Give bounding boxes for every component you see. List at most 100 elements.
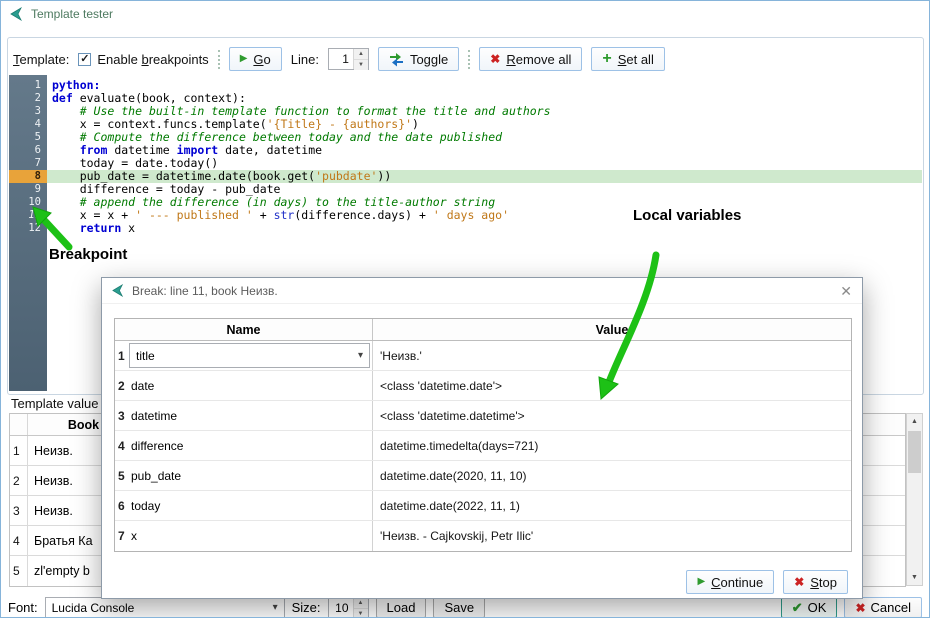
gutter-line-8[interactable]: 8 <box>9 170 47 183</box>
column-header-value[interactable]: Value <box>373 319 851 340</box>
ok-button[interactable]: ✔ OK <box>781 597 838 618</box>
gutter-line-9[interactable]: 9 <box>9 183 47 196</box>
line-label: Line: <box>291 52 319 67</box>
gutter-line-12[interactable]: 12 <box>9 222 47 235</box>
line-spinner[interactable]: 1 ▲ ▼ <box>328 48 369 70</box>
stop-button[interactable]: ✖ Stop <box>783 570 848 594</box>
gutter-line-10[interactable]: 10 <box>9 196 47 209</box>
gutter-line-2[interactable]: 2 <box>9 92 47 105</box>
gutter-line-3[interactable]: 3 <box>9 105 47 118</box>
book-row-number: 4 <box>10 526 28 555</box>
variable-name: today <box>129 491 373 520</box>
spin-down-icon[interactable]: ▼ <box>354 609 368 618</box>
variable-row-title[interactable]: 1title▾'Неизв.' <box>115 341 851 371</box>
toolbar: Template: ✓ Enable breakpoints ▶ Go Line… <box>13 45 917 73</box>
remove-all-icon: ✖ <box>490 53 500 65</box>
continue-button-label: Continue <box>711 575 763 590</box>
play-icon: ▶ <box>240 54 248 64</box>
variable-row-difference[interactable]: 4differencedatetime.timedelta(days=721) <box>115 431 851 461</box>
scrollbar-thumb[interactable] <box>908 431 921 473</box>
font-combobox[interactable]: Lucida Console ▾ <box>45 597 285 618</box>
remove-all-label: Remove all <box>506 52 571 67</box>
window-title: Template tester <box>31 7 113 21</box>
cancel-icon: ✖ <box>855 602 865 614</box>
close-icon[interactable]: ✕ <box>840 284 852 298</box>
scroll-down-icon[interactable]: ▼ <box>907 570 922 585</box>
go-button-label: Go <box>253 52 270 67</box>
book-row-number: 5 <box>10 556 28 586</box>
go-button[interactable]: ▶ Go <box>229 47 282 71</box>
enable-breakpoints-checkbox[interactable]: ✓ Enable breakpoints <box>78 52 208 67</box>
toolbar-separator <box>218 50 220 69</box>
variable-row-today[interactable]: 6todaydatetime.date(2022, 11, 1) <box>115 491 851 521</box>
variable-row-datetime[interactable]: 3datetime<class 'datetime.datetime'> <box>115 401 851 431</box>
dialog-buttons: ▶ Continue ✖ Stop <box>686 570 848 594</box>
break-dialog: Break: line 11, book Неизв. ✕ Name Value… <box>101 277 863 599</box>
template-value-label: Template value <box>11 396 98 411</box>
gutter-line-6[interactable]: 6 <box>9 144 47 157</box>
checkbox-checked-icon[interactable]: ✓ <box>78 53 91 66</box>
save-button[interactable]: Save <box>433 597 485 618</box>
variable-name: title▾ <box>129 341 373 370</box>
gutter-line-1[interactable]: 1 <box>9 79 47 92</box>
variable-row-number: 6 <box>115 491 129 520</box>
set-all-label: Set all <box>618 52 654 67</box>
template-tester-window: Template tester Template: ✓ Enable break… <box>0 0 930 618</box>
variable-name: x <box>129 521 373 551</box>
line-spinner-arrows: ▲ ▼ <box>353 49 368 69</box>
gutter-line-5[interactable]: 5 <box>9 131 47 144</box>
variable-value: <class 'datetime.date'> <box>373 371 851 400</box>
size-spinner-value[interactable]: 10 <box>329 598 353 617</box>
gutter-line-4[interactable]: 4 <box>9 118 47 131</box>
variable-value: datetime.timedelta(days=721) <box>373 431 851 460</box>
enable-breakpoints-label: Enable breakpoints <box>97 52 208 67</box>
variable-row-date[interactable]: 2date<class 'datetime.date'> <box>115 371 851 401</box>
dialog-title: Break: line 11, book Неизв. <box>132 284 278 298</box>
set-all-breakpoints-button[interactable]: + Set all <box>591 47 664 71</box>
variable-row-pub_date[interactable]: 5pub_datedatetime.date(2020, 11, 10) <box>115 461 851 491</box>
row-number-header <box>10 414 28 435</box>
variable-name: date <box>129 371 373 400</box>
size-spinner[interactable]: 10 ▲ ▼ <box>328 597 369 618</box>
gutter-line-11[interactable]: 11 <box>9 209 47 222</box>
spin-down-icon[interactable]: ▼ <box>354 60 368 70</box>
book-row-number: 3 <box>10 496 28 525</box>
variable-row-x[interactable]: 7x'Неизв. - Cajkovskij, Petr Ilic' <box>115 521 851 551</box>
toggle-button-label: Toggle <box>410 52 448 67</box>
variable-name: pub_date <box>129 461 373 490</box>
spin-up-icon[interactable]: ▲ <box>354 598 368 609</box>
code-line-12[interactable]: return x <box>47 222 922 235</box>
variable-name-combobox[interactable]: title▾ <box>129 343 370 368</box>
variable-value: 'Неизв. - Cajkovskij, Petr Ilic' <box>373 521 851 551</box>
variable-row-number: 4 <box>115 431 129 460</box>
cancel-button-label: Cancel <box>871 600 911 615</box>
remove-all-breakpoints-button[interactable]: ✖ Remove all <box>479 47 582 71</box>
book-row-number: 1 <box>10 436 28 465</box>
template-label: Template: <box>13 52 69 67</box>
scrollbar-track[interactable] <box>907 429 922 570</box>
spin-up-icon[interactable]: ▲ <box>354 49 368 60</box>
continue-button[interactable]: ▶ Continue <box>686 570 774 594</box>
bottom-bar: Font: Lucida Console ▾ Size: 10 ▲ ▼ Load… <box>1 596 929 618</box>
variable-value: datetime.date(2020, 11, 10) <box>373 461 851 490</box>
variable-value: 'Неизв.' <box>373 341 851 370</box>
column-header-name[interactable]: Name <box>115 319 373 340</box>
code-line-11[interactable]: x = x + ' --- published ' + str(differen… <box>47 209 922 222</box>
scroll-up-icon[interactable]: ▲ <box>907 414 922 429</box>
load-button[interactable]: Load <box>376 597 427 618</box>
save-button-label: Save <box>444 600 474 615</box>
line-spinner-value[interactable]: 1 <box>329 49 353 69</box>
variable-name: datetime <box>129 401 373 430</box>
set-all-icon: + <box>602 51 611 67</box>
chevron-down-icon: ▾ <box>358 350 363 361</box>
variable-row-number: 2 <box>115 371 129 400</box>
variables-table: Name Value 1title▾'Неизв.'2date<class 'd… <box>114 318 852 552</box>
book-row-number: 2 <box>10 466 28 495</box>
cancel-button[interactable]: ✖ Cancel <box>844 597 922 618</box>
variable-row-number: 3 <box>115 401 129 430</box>
toggle-breakpoint-button[interactable]: Toggle <box>378 47 459 71</box>
variable-value: <class 'datetime.datetime'> <box>373 401 851 430</box>
vertical-scrollbar[interactable]: ▲ ▼ <box>906 413 923 586</box>
dialog-titlebar[interactable]: Break: line 11, book Неизв. ✕ <box>102 278 862 304</box>
gutter-line-7[interactable]: 7 <box>9 157 47 170</box>
